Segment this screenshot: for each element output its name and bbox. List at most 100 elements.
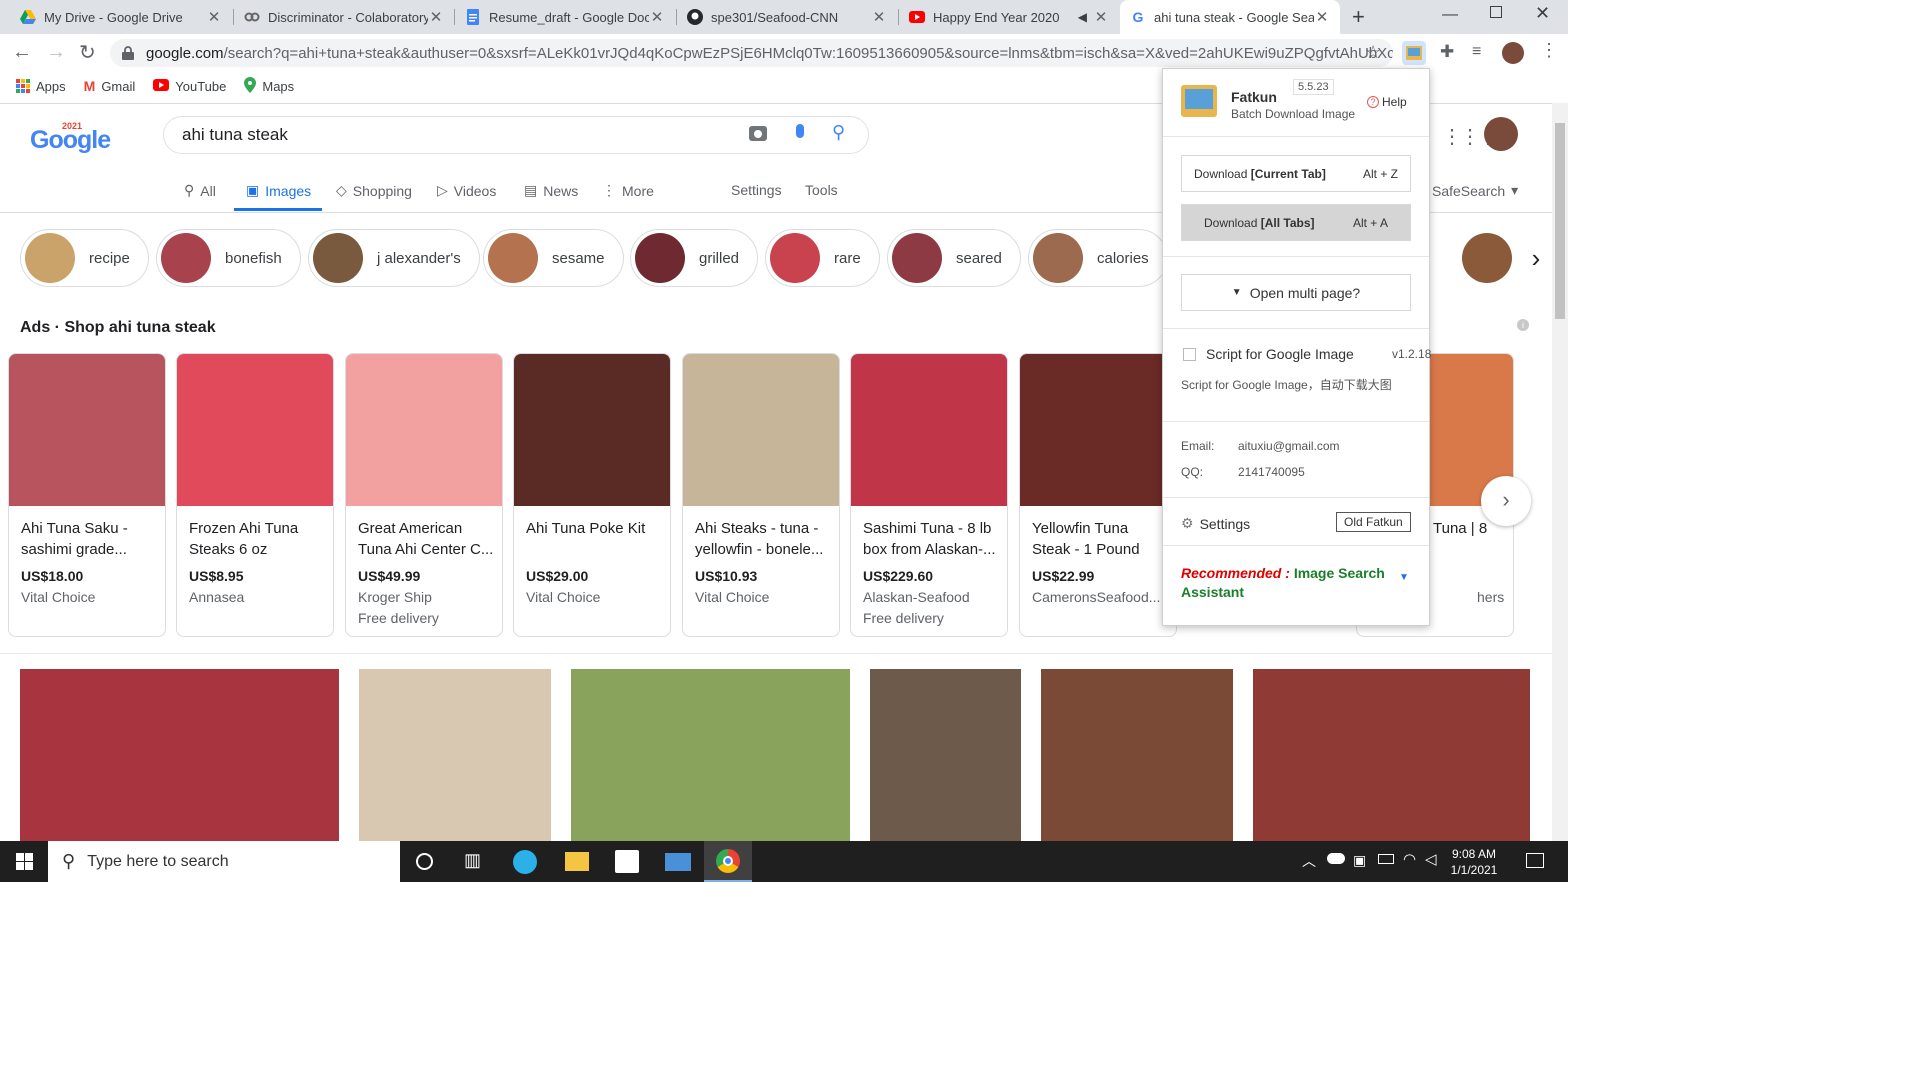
nav-shopping[interactable]: ◇ Shopping (336, 182, 412, 199)
camera-icon[interactable] (749, 126, 767, 141)
help-link[interactable]: ? Help (1367, 95, 1407, 109)
result-image[interactable] (20, 669, 339, 841)
maximize-button[interactable] (1490, 6, 1502, 18)
result-image[interactable] (1253, 669, 1530, 841)
nav-all[interactable]: ⚲ All (184, 182, 216, 199)
close-tab-icon[interactable]: ✕ (428, 8, 444, 26)
media-control-icon[interactable]: ≡ (1472, 43, 1481, 61)
result-image[interactable] (359, 669, 551, 841)
old-fatkun-button[interactable]: Old Fatkun (1336, 512, 1411, 532)
product-price: US$229.60 (863, 568, 934, 584)
fatkun-extension-icon[interactable] (1402, 41, 1426, 65)
mail-icon[interactable] (665, 853, 691, 871)
bookmark-maps[interactable]: Maps (244, 76, 294, 96)
product-card[interactable]: Frozen Ahi Tuna Steaks 6 oz US$8.95 Annase… (176, 353, 334, 637)
result-image[interactable] (571, 669, 850, 841)
reload-icon[interactable]: ↻ (79, 40, 96, 65)
extensions-puzzle-icon[interactable]: ✚ (1440, 42, 1454, 62)
bookmark-youtube[interactable]: YouTube (153, 78, 226, 94)
file-explorer-icon[interactable] (565, 852, 589, 871)
nav-settings[interactable]: Settings (731, 182, 782, 198)
close-tab-icon[interactable]: ✕ (1314, 8, 1330, 26)
scrollbar-thumb[interactable] (1555, 123, 1565, 319)
forward-arrow-icon[interactable]: → (46, 41, 66, 64)
store-icon[interactable] (615, 850, 639, 873)
related-chip[interactable]: bonefish (156, 229, 301, 287)
fatkun-settings-link[interactable]: ⚙ Settings (1181, 515, 1250, 532)
close-window-button[interactable]: ✕ (1535, 3, 1550, 24)
bookmark-gmail[interactable]: M Gmail (84, 78, 136, 94)
tab-google-search[interactable]: G ahi tuna steak - Google Search ✕ (1120, 0, 1340, 34)
page-scrollbar[interactable] (1552, 103, 1568, 841)
related-chip[interactable]: recipe (20, 229, 149, 287)
related-chip[interactable]: grilled (630, 229, 759, 287)
product-card[interactable]: Great American Tuna Ahi Center C... US$49… (345, 353, 503, 637)
new-tab-button[interactable]: + (1352, 4, 1365, 30)
nav-videos[interactable]: ▷ Videos (437, 182, 496, 199)
bookmark-star-icon[interactable]: ☆ (1365, 42, 1381, 63)
task-view-icon[interactable]: ▥ (464, 850, 481, 871)
google-doodle-logo[interactable]: 2021 Google (30, 118, 120, 154)
address-bar[interactable]: google.com/search?q=ahi+tuna+steak&authu… (110, 39, 1393, 67)
notifications-icon[interactable] (1526, 853, 1544, 868)
edge-icon[interactable] (513, 850, 537, 874)
taskbar-clock[interactable]: 9:08 AM 1/1/2021 (1448, 846, 1500, 878)
close-tab-icon[interactable]: ✕ (649, 8, 665, 26)
product-card[interactable]: Ahi Tuna Poke Kit US$29.00 Vital Choice (513, 353, 671, 637)
close-tab-icon[interactable]: ✕ (871, 8, 887, 26)
close-tab-icon[interactable]: ✕ (1093, 8, 1109, 26)
nav-news[interactable]: ▤ News (524, 182, 578, 199)
tab-colaboratory[interactable]: Discriminator - Colaboratory ✕ (234, 0, 454, 34)
tab-github[interactable]: spe301/Seafood-CNN ✕ (677, 0, 897, 34)
chrome-taskbar-button[interactable] (704, 841, 752, 882)
recommended-link[interactable]: Recommended : Image Search Assistant (1181, 564, 1396, 602)
show-hidden-icons-icon[interactable]: ︿ (1302, 851, 1316, 871)
tab-google-drive[interactable]: My Drive - Google Drive ✕ (10, 0, 232, 34)
close-tab-icon[interactable]: ✕ (206, 8, 222, 26)
nav-tools[interactable]: Tools (805, 182, 838, 198)
taskbar-search-box[interactable]: ⚲ Type here to search (48, 841, 400, 882)
microphone-icon[interactable] (796, 124, 804, 138)
result-image[interactable] (870, 669, 1021, 841)
related-chip[interactable]: seared (887, 229, 1021, 287)
related-chip[interactable]: rare (765, 229, 880, 287)
chips-next-arrow-icon[interactable]: › (1516, 229, 1552, 287)
related-chip[interactable]: sesame (483, 229, 624, 287)
download-all-tabs-button[interactable]: Download [All Tabs] Alt + A (1181, 204, 1411, 241)
camera-device-icon[interactable]: ▣ (1353, 852, 1366, 869)
related-chip[interactable]: calories (1028, 229, 1168, 287)
product-card[interactable]: Ahi Steaks - tuna - yellowfin - bonele..… (682, 353, 840, 637)
open-multi-page-dropdown[interactable]: ▼ Open multi page? (1181, 274, 1411, 311)
onedrive-icon[interactable] (1327, 853, 1345, 864)
tab-google-docs[interactable]: Resume_draft - Google Docs ✕ (455, 0, 675, 34)
account-avatar[interactable] (1484, 117, 1518, 151)
product-card[interactable]: Yellowfin Tuna Steak - 1 Pound US$22.99 Ca… (1019, 353, 1177, 637)
safesearch-toggle[interactable]: SafeSearch ▾ (1432, 182, 1518, 199)
volume-icon[interactable]: ◁ (1425, 850, 1437, 868)
wifi-icon[interactable]: ◠ (1403, 850, 1416, 868)
nav-more[interactable]: ⋮ More (602, 182, 654, 199)
caret-down-icon[interactable]: ▼ (1399, 572, 1409, 583)
script-checkbox[interactable] (1183, 348, 1196, 361)
back-arrow-icon[interactable]: ← (12, 41, 32, 64)
nav-images[interactable]: ▣ Images (246, 182, 311, 199)
battery-icon[interactable] (1378, 854, 1394, 864)
download-current-tab-button[interactable]: Download [Current Tab] Alt + Z (1181, 155, 1411, 192)
result-image[interactable] (1041, 669, 1233, 841)
ads-next-arrow-icon[interactable]: › (1481, 476, 1531, 526)
chrome-menu-icon[interactable]: ⋮ (1540, 40, 1558, 61)
related-chip[interactable]: j alexander's (308, 229, 480, 287)
bookmark-apps[interactable]: Apps (16, 79, 66, 94)
search-icon[interactable]: ⚲ (832, 122, 845, 143)
maps-icon (244, 76, 257, 96)
tab-youtube[interactable]: Happy End Year 2020 ◀︎ ✕ (899, 0, 1119, 34)
speaker-icon[interactable]: ◀︎ (1078, 10, 1087, 24)
product-card[interactable]: Ahi Tuna Saku - sashimi grade... US$18.00… (8, 353, 166, 637)
windows-start-icon[interactable] (16, 853, 33, 870)
cortana-icon[interactable] (416, 853, 433, 870)
search-input[interactable]: ahi tuna steak ⚲ (163, 116, 869, 154)
info-icon[interactable]: i (1517, 319, 1529, 331)
product-card[interactable]: Sashimi Tuna - 8 lb box from Alaskan-...… (850, 353, 1008, 637)
profile-avatar[interactable] (1502, 42, 1524, 64)
minimize-button[interactable]: — (1442, 6, 1458, 24)
